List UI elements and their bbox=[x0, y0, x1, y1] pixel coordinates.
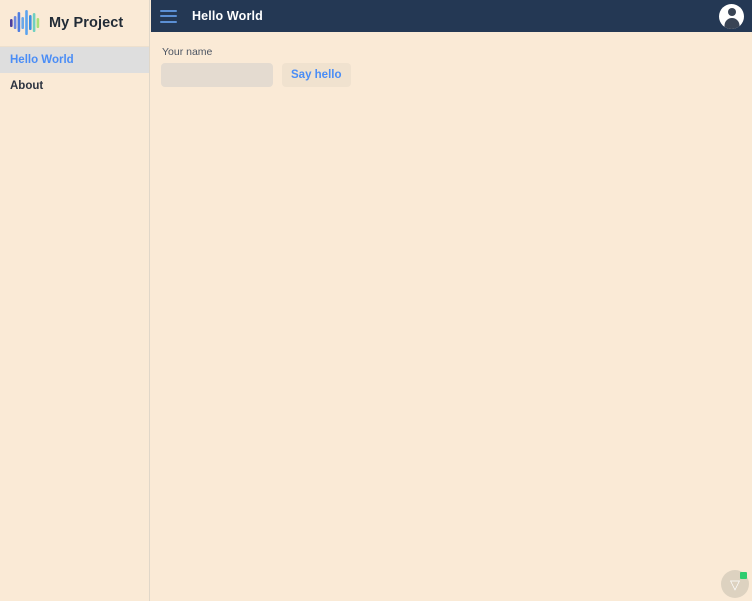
page-title: Hello World bbox=[192, 9, 263, 23]
sidebar-item-label: Hello World bbox=[10, 54, 74, 66]
name-field-label: Your name bbox=[162, 46, 213, 58]
brand-title: My Project bbox=[49, 15, 124, 31]
sidebar-nav: Hello World About bbox=[0, 47, 149, 99]
sidebar-header: My Project bbox=[0, 0, 149, 47]
hamburger-bar bbox=[160, 15, 177, 17]
avatar-head bbox=[727, 7, 736, 16]
topbar: Hello World bbox=[151, 0, 752, 32]
main-content: Your name Say hello bbox=[151, 32, 752, 601]
name-input[interactable] bbox=[161, 63, 273, 87]
hello-form: Say hello bbox=[161, 63, 742, 87]
user-avatar-icon[interactable] bbox=[719, 3, 744, 29]
sidebar: My Project Hello World About bbox=[0, 0, 150, 601]
hamburger-bar bbox=[160, 9, 177, 12]
hamburger-menu-icon[interactable] bbox=[160, 9, 177, 23]
chat-support-icon[interactable]: ▽ bbox=[721, 570, 749, 598]
app-root: My Project Hello World About Hello World… bbox=[0, 0, 752, 601]
sidebar-item-label: About bbox=[10, 80, 44, 92]
sidebar-item-about[interactable]: About bbox=[0, 73, 149, 99]
sidebar-item-hello-world[interactable]: Hello World bbox=[0, 47, 149, 73]
hamburger-bar bbox=[160, 20, 177, 23]
bar-chart-logo-icon bbox=[10, 10, 40, 35]
status-badge bbox=[740, 572, 747, 579]
avatar-body bbox=[724, 17, 739, 29]
say-hello-button[interactable]: Say hello bbox=[282, 63, 351, 87]
